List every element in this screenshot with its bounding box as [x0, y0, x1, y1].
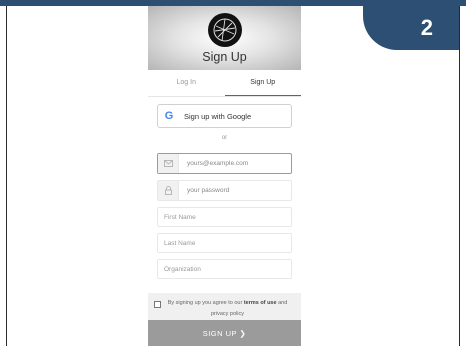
last-name-placeholder: Last Name	[164, 239, 196, 247]
sign-up-button[interactable]: SIGN UP ❯	[148, 320, 301, 346]
signup-panel: Sign Up Log In Sign Up G Sign up with Go…	[148, 6, 301, 346]
google-icon: G	[164, 110, 174, 122]
terms-of-use-link[interactable]: terms of use	[244, 300, 277, 306]
last-name-field[interactable]: Last Name	[157, 233, 292, 253]
auth-tabs: Log In Sign Up	[148, 70, 301, 97]
google-signup-button[interactable]: G Sign up with Google	[157, 104, 292, 128]
envelope-icon	[158, 154, 179, 173]
lock-icon	[158, 181, 179, 200]
or-divider: or	[221, 135, 228, 141]
organization-field[interactable]: Organization	[157, 259, 292, 279]
tab-log-in[interactable]: Log In	[148, 70, 225, 96]
sign-up-button-label: SIGN UP ❯	[202, 328, 247, 338]
globe-mesh-icon	[213, 18, 237, 42]
panel-header: Sign Up	[148, 6, 301, 70]
terms-notice: By signing up you agree to our terms of …	[148, 293, 301, 323]
password-placeholder: your password	[187, 187, 230, 194]
terms-prefix: By signing up you agree to our	[167, 300, 243, 306]
google-signup-label: Sign up with Google	[184, 111, 252, 121]
email-field[interactable]: yours@example.com	[157, 153, 292, 174]
organization-placeholder: Organization	[164, 265, 201, 273]
logo-icon	[208, 13, 242, 47]
step-badge: 2	[363, 6, 459, 50]
first-name-placeholder: First Name	[164, 213, 196, 221]
terms-checkbox[interactable]	[154, 301, 161, 308]
page-title: Sign Up	[202, 50, 247, 64]
password-field[interactable]: your password	[157, 180, 292, 201]
privacy-policy-link[interactable]: privacy policy	[211, 311, 244, 317]
step-number: 2	[420, 15, 433, 40]
terms-and: and	[278, 300, 288, 306]
email-value: yours@example.com	[187, 160, 249, 167]
tab-sign-up[interactable]: Sign Up	[224, 70, 301, 96]
first-name-field[interactable]: First Name	[157, 207, 292, 227]
